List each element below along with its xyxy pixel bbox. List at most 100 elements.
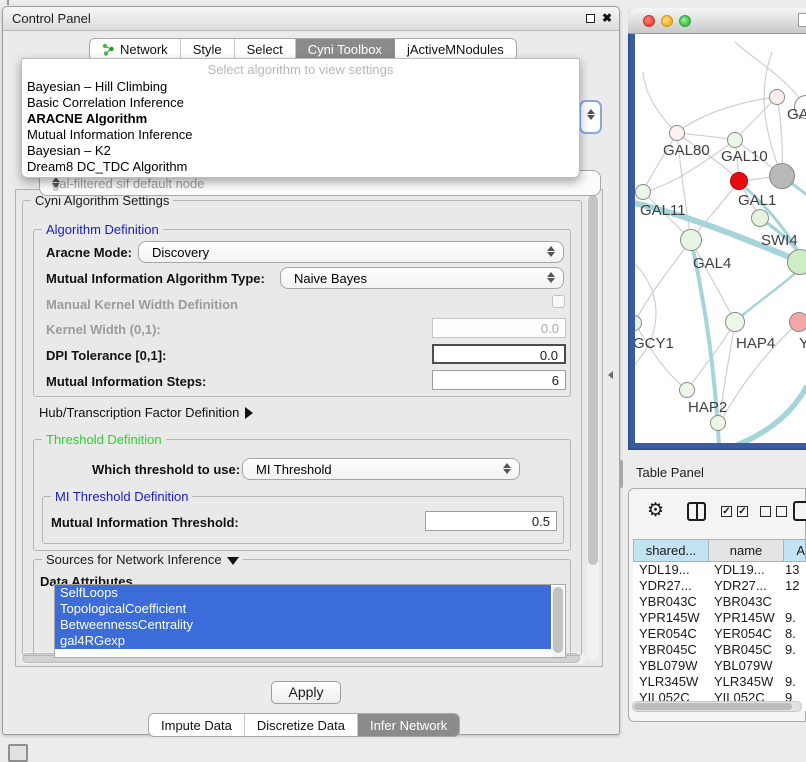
which-threshold-label: Which threshold to use:: [92, 462, 240, 477]
tab-style[interactable]: Style: [181, 39, 235, 60]
node-gal4[interactable]: [680, 229, 702, 251]
node-hap4[interactable]: [725, 312, 745, 332]
table-panel-title: Table Panel: [636, 465, 704, 480]
tab-jactivemnodules[interactable]: jActiveMNodules: [395, 39, 516, 60]
checked-checkbox-icon[interactable]: ✓: [737, 506, 748, 517]
collapsed-arrow-icon: [245, 407, 253, 419]
which-threshold-combo[interactable]: MI Threshold: [242, 458, 520, 480]
zoom-traffic-icon[interactable]: [679, 15, 691, 27]
tab-network[interactable]: Network: [90, 39, 181, 60]
algorithm-option-selected[interactable]: ARACNE Algorithm: [22, 111, 579, 127]
data-attributes-list: SelfLoops TopologicalCoefficient Between…: [54, 584, 566, 658]
node-label: GAL10: [721, 148, 768, 165]
corner-tick: [7, 0, 9, 5]
attributes-scrollbar[interactable]: [552, 586, 564, 658]
attribute-item-selected[interactable]: gal4RGexp: [55, 633, 551, 649]
column-layout-icon[interactable]: [687, 502, 706, 521]
tab-impute-data[interactable]: Impute Data: [149, 714, 245, 736]
network-view-window: GAL GAL80 GAL10 GAL1 GAL11 SWI4 GAL4 GCY…: [628, 8, 806, 450]
table-toolbar: ⚙ ✓ ✓: [629, 489, 805, 535]
node-gal-partial[interactable]: [769, 89, 785, 105]
hub-definition-toggle[interactable]: Hub/Transcription Factor Definition: [39, 405, 253, 420]
float-panel-icon[interactable]: [586, 14, 595, 23]
table-row[interactable]: YLR345W YLR345W 9.: [633, 674, 806, 690]
network-icon: [102, 43, 115, 56]
attribute-item-selected[interactable]: TopologicalCoefficient: [55, 601, 551, 617]
node-swi4[interactable]: [787, 249, 806, 275]
mi-steps-label: Mutual Information Steps:: [46, 374, 206, 389]
control-panel-titlebar: Control Panel ✖: [3, 7, 619, 31]
mi-threshold-field[interactable]: 0.5: [425, 511, 557, 531]
threshold-definition-group: Threshold Definition Which threshold to …: [33, 439, 571, 551]
node-gal10[interactable]: [727, 132, 743, 148]
table-row[interactable]: YBR045C YBR045C 9.: [633, 642, 806, 658]
node-below-gal1[interactable]: [751, 209, 769, 227]
algorithm-combo-endcap[interactable]: [579, 100, 602, 134]
checked-checkbox-icon[interactable]: ✓: [721, 506, 732, 517]
node-bottom-partial[interactable]: [710, 415, 726, 431]
table-row[interactable]: YDL19... YDL19... 13: [633, 562, 806, 578]
manual-kernel-checkbox[interactable]: [552, 295, 565, 308]
table-row[interactable]: YER054C YER054C 8.: [633, 626, 806, 642]
stepper-icon: [547, 245, 556, 258]
table-row[interactable]: YDR27... YDR27... 12: [633, 578, 806, 594]
algorithm-option[interactable]: Bayesian – K2: [22, 143, 579, 159]
algorithm-option[interactable]: Bayesian – Hill Climbing: [22, 79, 579, 95]
algorithm-option[interactable]: Mutual Information Inference: [22, 127, 579, 143]
node-y-partial[interactable]: [789, 312, 806, 332]
node-gal80[interactable]: [669, 125, 685, 141]
table-panel-window: ⚙ ✓ ✓ shared... name A YDL19... YDL19...…: [628, 488, 806, 722]
minimize-traffic-icon[interactable]: [661, 15, 673, 27]
sources-group-title[interactable]: Sources for Network Inference: [42, 552, 243, 567]
column-header-shared-name[interactable]: shared...: [634, 540, 709, 561]
column-header-name[interactable]: name: [709, 540, 784, 561]
node-label: GAL: [787, 106, 806, 123]
table-row[interactable]: YBL079W YBL079W: [633, 658, 806, 674]
table-row[interactable]: YBR043C YBR043C: [633, 594, 806, 610]
mi-type-combo[interactable]: Naive Bayes: [280, 267, 564, 289]
node-label: Y: [799, 335, 806, 352]
algorithm-option[interactable]: Basic Correlation Inference: [22, 95, 579, 111]
new-table-icon[interactable]: [793, 501, 806, 521]
table-header-row: shared... name A: [633, 539, 806, 562]
control-panel-window: Control Panel ✖ Network Style Select: [2, 6, 620, 735]
tab-select[interactable]: Select: [235, 39, 296, 60]
docked-panel-stub-icon[interactable]: [8, 744, 28, 762]
tab-discretize-data[interactable]: Discretize Data: [245, 714, 358, 736]
kernel-width-field[interactable]: 0.0: [432, 318, 566, 338]
table-row[interactable]: YPR145W YPR145W 9.: [633, 610, 806, 626]
node-gal1[interactable]: [730, 172, 748, 190]
kernel-width-label: Kernel Width (0,1):: [46, 322, 161, 337]
close-icon[interactable]: ✖: [602, 11, 612, 25]
close-traffic-icon[interactable]: [643, 15, 655, 27]
settings-scroll-pane: Cyni Algorithm Settings Algorithm Defini…: [15, 189, 603, 667]
node-label: GAL4: [693, 255, 731, 272]
column-header-partial[interactable]: A: [784, 540, 806, 561]
splitter-handle[interactable]: [619, 460, 623, 488]
algorithm-option[interactable]: Dream8 DC_TDC Algorithm: [22, 159, 579, 175]
gear-icon[interactable]: ⚙: [647, 499, 664, 522]
network-window-titlebar[interactable]: [628, 8, 806, 34]
unchecked-checkbox-icon[interactable]: [776, 506, 787, 517]
algorithm-dropdown-prompt: Select algorithm to view settings: [22, 61, 579, 79]
apply-button[interactable]: Apply: [271, 681, 341, 704]
splitter-arrow-icon[interactable]: [608, 371, 613, 379]
node-gray[interactable]: [769, 163, 795, 189]
network-canvas[interactable]: GAL GAL80 GAL10 GAL1 GAL11 SWI4 GAL4 GCY…: [635, 34, 806, 443]
node-label: SWI4: [761, 232, 798, 249]
node-label: GAL80: [663, 142, 710, 159]
settings-vertical-scrollbar[interactable]: [587, 193, 599, 661]
node-table: shared... name A YDL19... YDL19... 13 YD…: [633, 539, 806, 711]
mi-steps-field[interactable]: 6: [432, 370, 566, 390]
threshold-definition-title: Threshold Definition: [42, 432, 166, 447]
table-horizontal-scrollbar[interactable]: [632, 701, 802, 712]
node-gal11[interactable]: [635, 184, 651, 200]
tab-cyni-toolbox[interactable]: Cyni Toolbox: [296, 39, 395, 60]
attribute-item-selected[interactable]: SelfLoops: [55, 585, 551, 601]
node-hap2[interactable]: [679, 382, 695, 398]
attribute-item-selected[interactable]: BetweennessCentrality: [55, 617, 551, 633]
tab-infer-network[interactable]: Infer Network: [358, 714, 459, 736]
aracne-mode-combo[interactable]: Discovery: [138, 241, 564, 263]
dpi-tolerance-field[interactable]: 0.0: [432, 344, 566, 364]
unchecked-checkbox-icon[interactable]: [760, 506, 771, 517]
